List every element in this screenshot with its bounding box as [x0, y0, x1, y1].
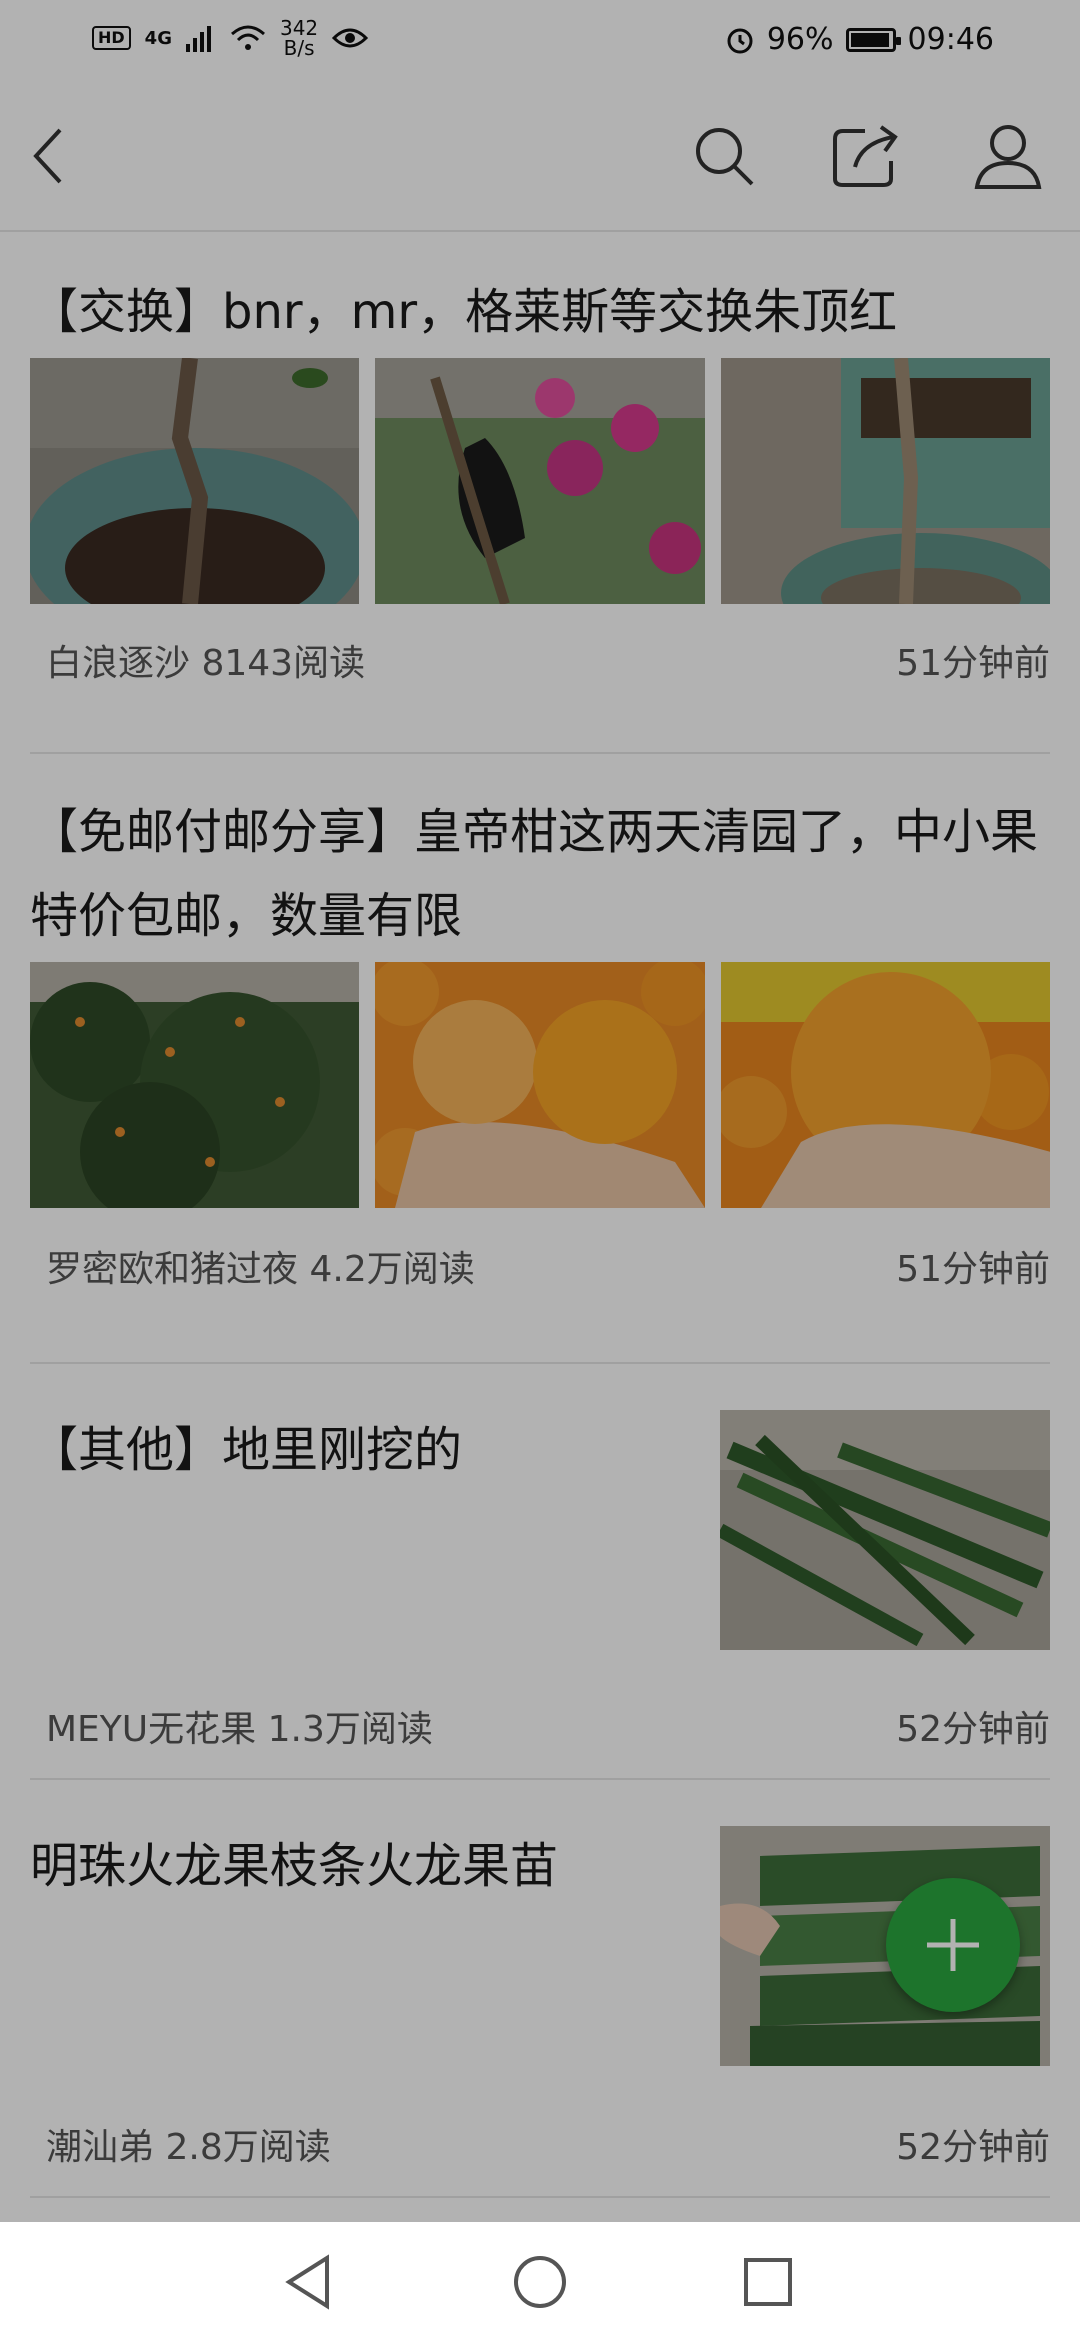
article-image[interactable] [30, 358, 360, 604]
system-nav-bar [0, 2222, 1080, 2340]
author-name[interactable]: MEYU无花果 [46, 1709, 256, 1750]
author-reads: 罗密欧和猪过夜 4.2万阅读 [46, 1240, 475, 1292]
status-bar: HD 4G 342 B/s 96% 09:46 [0, 0, 1080, 84]
author-reads: 潮汕弟 2.8万阅读 [46, 2118, 331, 2170]
post-time: 51分钟前 [896, 643, 1050, 684]
article-meta: 罗密欧和猪过夜 4.2万阅读 51分钟前 [30, 1208, 1050, 1326]
article-image[interactable] [375, 358, 705, 604]
new-post-button[interactable] [886, 1878, 1020, 2012]
author-reads: 白浪逐沙 8143阅读 [46, 634, 365, 686]
back-button[interactable] [6, 114, 90, 198]
search-icon [696, 128, 754, 186]
article-feed: 【交换】bnr，mr，格莱斯等交换朱顶红 白浪逐沙 8143阅读 51分钟前 【… [30, 232, 1050, 2198]
article-title[interactable]: 明珠火龙果枝条火龙果苗 [30, 1780, 690, 1908]
circle-home-icon [514, 2256, 566, 2308]
battery-icon [845, 27, 901, 52]
network-type: 4G [144, 27, 172, 49]
nav-back-button[interactable] [272, 2246, 344, 2318]
clock: 09:46 [907, 22, 994, 57]
battery-percent: 96% [766, 22, 834, 57]
top-bar [0, 84, 1080, 232]
read-count: 4.2万阅读 [309, 1249, 475, 1290]
share-button[interactable] [824, 114, 908, 198]
square-recent-icon [744, 2258, 792, 2306]
article-image[interactable] [30, 962, 360, 1208]
profile-button[interactable] [966, 114, 1050, 198]
article-title[interactable]: 【其他】地里刚挖的 [30, 1364, 690, 1492]
article-image[interactable] [720, 358, 1050, 604]
read-count: 2.8万阅读 [165, 2127, 331, 2168]
battery-fill [850, 32, 889, 47]
image-row [30, 358, 1050, 604]
post-time: 52分钟前 [896, 2127, 1050, 2168]
article-title[interactable]: 【免邮付邮分享】皇帝柑这两天清园了，中小果特价包邮，数量有限 [30, 754, 1050, 958]
article-card[interactable]: 【免邮付邮分享】皇帝柑这两天清园了，中小果特价包邮，数量有限 罗密欧和猪过夜 4… [30, 754, 1050, 1364]
article-image[interactable] [375, 962, 705, 1208]
article-image[interactable] [720, 962, 1050, 1208]
share-icon [833, 125, 898, 187]
nav-home-button[interactable] [504, 2246, 576, 2318]
author-name[interactable]: 潮汕弟 [46, 2127, 154, 2168]
eye-icon [332, 28, 369, 48]
user-icon [974, 125, 1042, 189]
plus-icon [927, 1919, 979, 1971]
article-card[interactable]: 明珠火龙果枝条火龙果苗 潮汕弟 2.8万阅读 52分钟前 [30, 1780, 1050, 2198]
chevron-left-icon [33, 128, 62, 184]
article-title[interactable]: 【交换】bnr，mr，格莱斯等交换朱顶红 [30, 232, 1050, 352]
search-button[interactable] [682, 114, 766, 198]
network-speed: 342 B/s [280, 18, 318, 58]
article-card[interactable]: 【交换】bnr，mr，格莱斯等交换朱顶红 白浪逐沙 8143阅读 51分钟前 [30, 232, 1050, 754]
alarm-icon [727, 28, 753, 53]
wifi-icon [230, 25, 265, 50]
read-count: 8143阅读 [201, 643, 366, 684]
triangle-back-icon [285, 2254, 329, 2310]
image-row [30, 962, 1050, 1208]
speed-value: 342 [279, 16, 319, 40]
nav-recent-button[interactable] [732, 2246, 804, 2318]
post-time: 51分钟前 [896, 1249, 1050, 1290]
article-meta: MEYU无花果 1.3万阅读 52分钟前 [30, 1700, 1050, 1752]
author-reads: MEYU无花果 1.3万阅读 [46, 1700, 433, 1752]
author-name[interactable]: 白浪逐沙 [46, 643, 190, 684]
article-image[interactable] [720, 1410, 1050, 1650]
article-meta: 白浪逐沙 8143阅读 51分钟前 [30, 604, 1050, 720]
status-left: HD 4G 342 B/s [92, 18, 369, 58]
article-meta: 潮汕弟 2.8万阅读 52分钟前 [30, 2118, 1050, 2170]
author-name[interactable]: 罗密欧和猪过夜 [46, 1249, 298, 1290]
article-card[interactable]: 【其他】地里刚挖的 MEYU无花果 1.3万阅读 52分钟前 [30, 1364, 1050, 1780]
status-right: 96% 09:46 [725, 22, 994, 57]
hd-badge: HD [92, 26, 131, 50]
read-count: 1.3万阅读 [267, 1709, 433, 1750]
signal-icon [185, 26, 211, 52]
speed-unit: B/s [283, 36, 315, 60]
post-time: 52分钟前 [896, 1709, 1050, 1750]
